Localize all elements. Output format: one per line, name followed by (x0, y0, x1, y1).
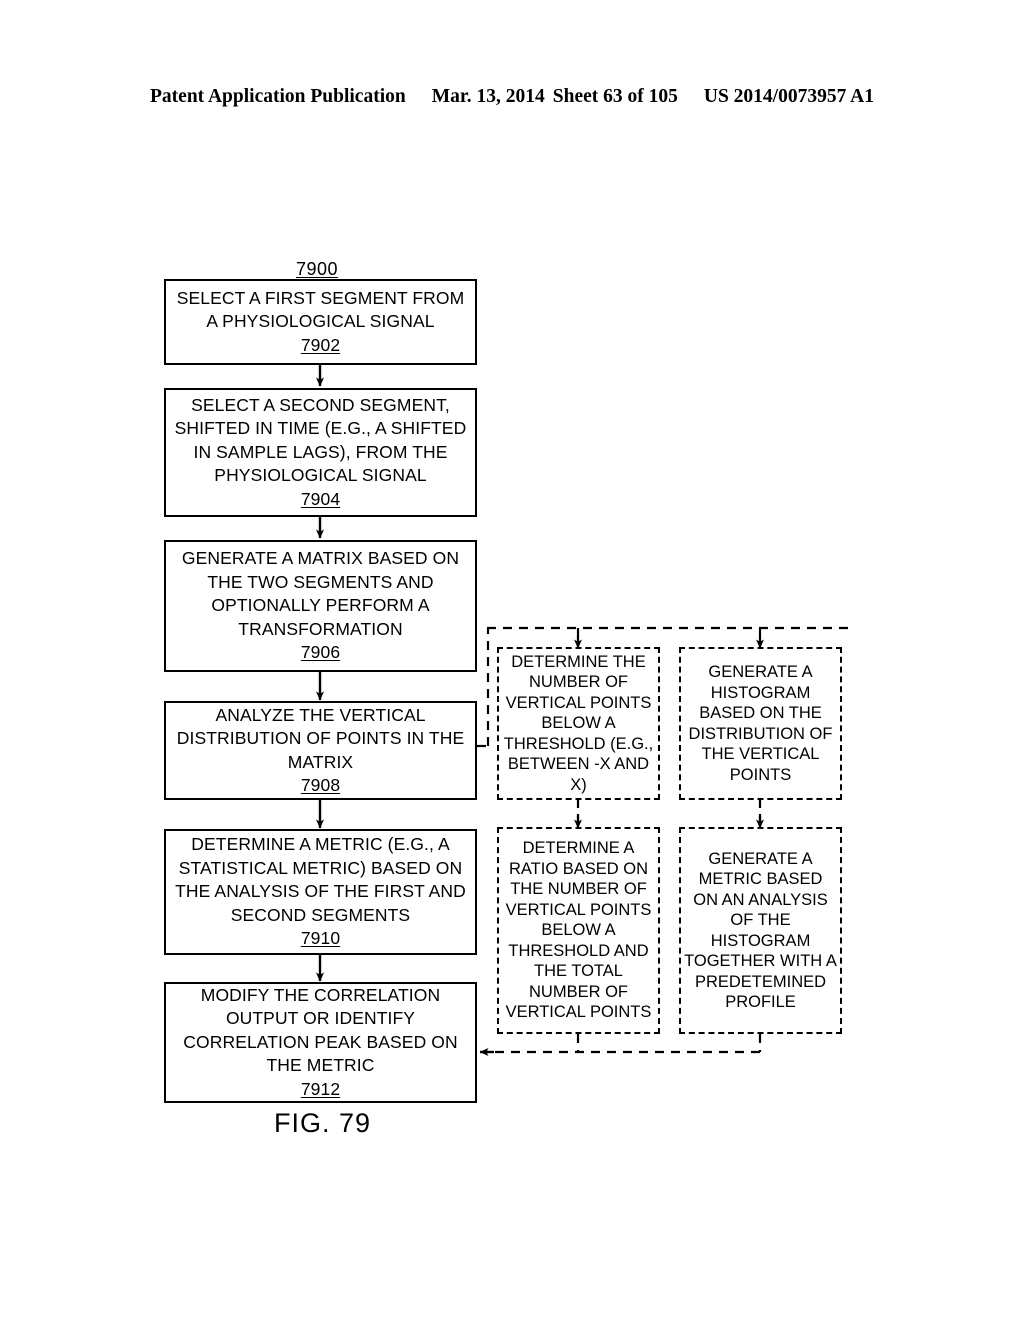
optional-box-ratio[interactable]: DETERMINE A RATIO BASED ON THE NUMBER OF… (497, 827, 660, 1034)
process-text-7906: GENERATE A MATRIX BASED ON THE TWO SEGME… (181, 548, 460, 639)
process-text-7902: SELECT A FIRST SEGMENT FROM A PHYSIOLOGI… (176, 287, 465, 332)
process-ref-7910: 7910 (300, 928, 341, 949)
process-ref-7908: 7908 (300, 775, 341, 795)
optional-box-histogram[interactable]: GENERATE A HISTOGRAM BASED ON THE DISTRI… (679, 647, 842, 800)
process-text-7908: ANALYZE THE VERTICAL DISTRIBUTION OF POI… (176, 704, 465, 772)
process-text-7910: DETERMINE A METRIC (E.G., A STATISTICAL … (175, 834, 466, 925)
process-ref-7912: 7912 (300, 1078, 341, 1099)
optional-box-threshold-count[interactable]: DETERMINE THE NUMBER OF VERTICAL POINTS … (497, 647, 660, 800)
diagram-reference-numeral: 7900 (296, 259, 339, 279)
optional-text-ratio: DETERMINE A RATIO BASED ON THE NUMBER OF… (505, 839, 652, 1022)
process-box-7910[interactable]: DETERMINE A METRIC (E.G., A STATISTICAL … (164, 829, 477, 955)
process-box-7912[interactable]: MODIFY THE CORRELATION OUTPUT OR IDENTIF… (164, 982, 477, 1103)
process-box-7908[interactable]: ANALYZE THE VERTICAL DISTRIBUTION OF POI… (164, 701, 477, 800)
optional-box-profile-metric[interactable]: GENERATE A METRIC BASED ON AN ANALYSIS O… (679, 827, 842, 1034)
process-box-7902[interactable]: SELECT A FIRST SEGMENT FROM A PHYSIOLOGI… (164, 279, 477, 365)
process-box-7904[interactable]: SELECT A SECOND SEGMENT, SHIFTED IN TIME… (164, 388, 477, 517)
process-box-7906[interactable]: GENERATE A MATRIX BASED ON THE TWO SEGME… (164, 540, 477, 672)
optional-text-histogram: GENERATE A HISTOGRAM BASED ON THE DISTRI… (688, 663, 833, 784)
optional-text-threshold-count: DETERMINE THE NUMBER OF VERTICAL POINTS … (503, 652, 654, 794)
process-ref-7906: 7906 (300, 642, 341, 663)
process-text-7912: MODIFY THE CORRELATION OUTPUT OR IDENTIF… (183, 984, 458, 1076)
optional-text-profile-metric: GENERATE A METRIC BASED ON AN ANALYSIS O… (684, 849, 837, 1012)
process-ref-7902: 7902 (300, 334, 341, 355)
flowchart-figure: 7900 SELECT A FIRST SEGMENT FROM A PHYSI… (0, 0, 1024, 1320)
process-text-7904: SELECT A SECOND SEGMENT, SHIFTED IN TIME… (174, 394, 467, 486)
figure-caption: FIG. 79 (274, 1108, 372, 1138)
process-ref-7904: 7904 (300, 488, 341, 509)
